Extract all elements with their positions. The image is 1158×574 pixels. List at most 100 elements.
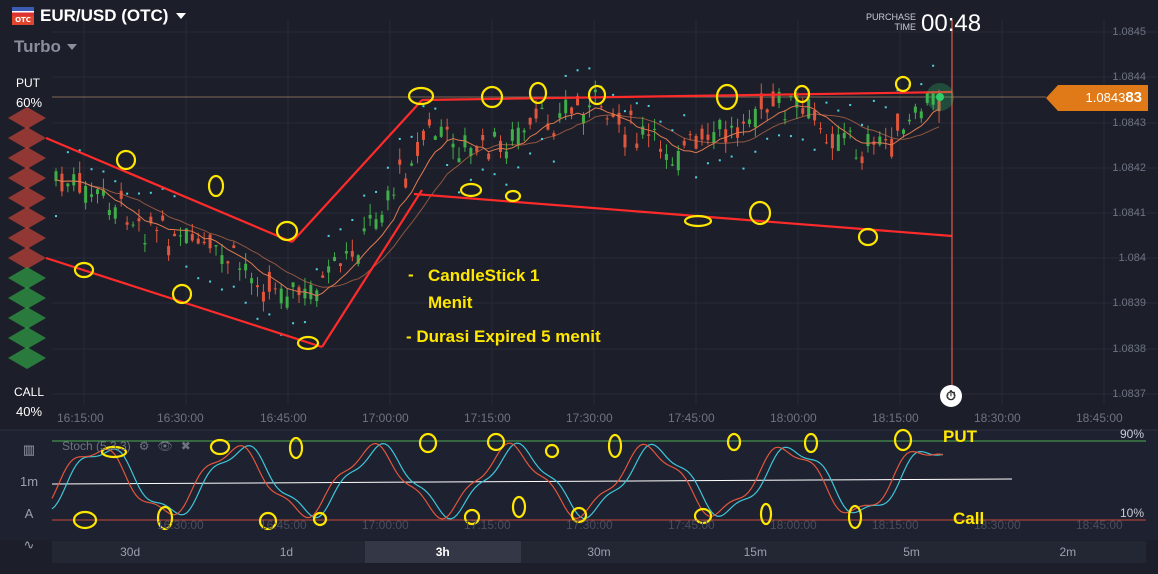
candle-body — [718, 119, 722, 130]
x-axis-label: 18:30:00 — [974, 411, 1021, 425]
timeframe-30d[interactable]: 30d — [52, 541, 208, 563]
timeframe-30m[interactable]: 30m — [521, 541, 677, 563]
annotation-candlestick: CandleStick 1 — [428, 266, 540, 285]
candle-body — [570, 107, 574, 114]
candle-body — [226, 261, 230, 264]
candle-body — [522, 130, 526, 133]
gear-icon[interactable]: ⚙ — [139, 439, 150, 453]
interval-selector[interactable]: 1m — [14, 474, 44, 489]
eye-icon[interactable]: 👁 — [157, 439, 172, 453]
candle-body — [380, 214, 384, 223]
candle-body — [528, 117, 532, 125]
candle-body — [273, 288, 277, 290]
candles-icon[interactable]: ▥ — [14, 442, 44, 458]
candle-body — [244, 263, 248, 271]
candle-body — [321, 275, 325, 278]
psar-dot — [398, 137, 401, 140]
psar-dot — [778, 134, 781, 137]
psar-dot — [410, 135, 413, 138]
candle-body — [819, 128, 823, 130]
psar-dot — [244, 301, 247, 304]
psar-dot — [375, 190, 378, 193]
x-axis-label: 17:15:00 — [464, 411, 511, 425]
psar-dot — [730, 155, 733, 158]
candle-body — [90, 194, 94, 197]
psar-dot — [469, 178, 472, 181]
candle-body — [190, 234, 194, 241]
candle-body — [155, 229, 159, 232]
candle-body — [765, 109, 769, 113]
candle-body — [907, 119, 911, 122]
candle-body — [890, 139, 894, 157]
psar-dot — [232, 285, 235, 288]
psar-dot — [458, 191, 461, 194]
chart-canvas[interactable] — [0, 0, 1158, 574]
put-sentiment-pct: 60% — [16, 95, 43, 110]
candle-body — [309, 284, 313, 300]
candle-body — [617, 112, 621, 125]
psar-dot — [849, 103, 852, 106]
psar-dot — [66, 151, 69, 154]
candle-body — [386, 190, 390, 201]
level-high-label: 90% — [1119, 427, 1144, 441]
timeframe-1d[interactable]: 1d — [208, 541, 364, 563]
candle-body — [848, 130, 852, 132]
timeframe-2m[interactable]: 2m — [990, 541, 1146, 563]
candle-body — [510, 129, 514, 141]
candle-body — [107, 209, 111, 216]
candle-body — [659, 148, 663, 152]
candle-body — [789, 95, 793, 97]
candle-body — [291, 282, 295, 288]
candle-body — [854, 157, 858, 159]
psar-dot — [801, 138, 804, 141]
psar-dot — [920, 83, 923, 86]
candle-body — [374, 219, 378, 229]
psar-dot — [766, 137, 769, 140]
psar-dot — [422, 105, 425, 108]
candle-body — [605, 118, 609, 120]
asset-selector[interactable]: OTC EUR/USD (OTC) — [12, 6, 187, 26]
candle-body — [516, 127, 520, 145]
candle-body — [540, 107, 544, 110]
candle-body — [362, 228, 366, 232]
candle-body — [113, 207, 117, 219]
timeframe-5m[interactable]: 5m — [833, 541, 989, 563]
indicators-icon[interactable]: ∿ — [14, 537, 44, 553]
psar-dot — [837, 109, 840, 112]
candle-body — [499, 140, 502, 152]
candle-body — [333, 256, 337, 261]
timeframe-3h[interactable]: 3h — [364, 541, 521, 563]
candle-body — [747, 119, 751, 124]
draw-tool-icon[interactable]: A — [14, 506, 44, 521]
candle-body — [481, 134, 485, 141]
psar-dot — [137, 192, 140, 195]
candle-body — [410, 163, 414, 166]
close-icon[interactable]: ✖ — [181, 439, 191, 453]
annotation-menit: Menit — [428, 293, 473, 312]
psar-dot — [315, 268, 318, 271]
candle-body — [125, 222, 129, 225]
candle-body — [285, 296, 289, 308]
psar-dot — [517, 166, 520, 169]
mode-selector[interactable]: Turbo — [14, 37, 77, 57]
y-axis-label: 1.0843 — [1112, 117, 1146, 129]
candle-body — [66, 183, 70, 187]
candle-body — [398, 159, 402, 165]
psar-dot — [446, 164, 449, 167]
psar-dot — [706, 162, 709, 165]
timeframe-15m[interactable]: 15m — [677, 541, 833, 563]
candle-body — [653, 128, 657, 130]
candle-body — [327, 266, 331, 273]
candle-body — [261, 291, 265, 302]
psar-dot — [55, 215, 57, 218]
candle-body — [558, 113, 562, 118]
eur-usd-flag-icon: OTC — [12, 7, 34, 25]
call-sentiment-pct: 40% — [16, 404, 43, 419]
x-axis-label: 18:45:00 — [1076, 411, 1123, 425]
candle-body — [741, 121, 745, 124]
y-axis-label: 1.084 — [1118, 252, 1146, 264]
expiry-timer-icon[interactable]: ⏱ — [940, 385, 962, 407]
live-price-dot — [936, 93, 944, 101]
candle-body — [404, 178, 408, 188]
candle-body — [487, 153, 491, 160]
